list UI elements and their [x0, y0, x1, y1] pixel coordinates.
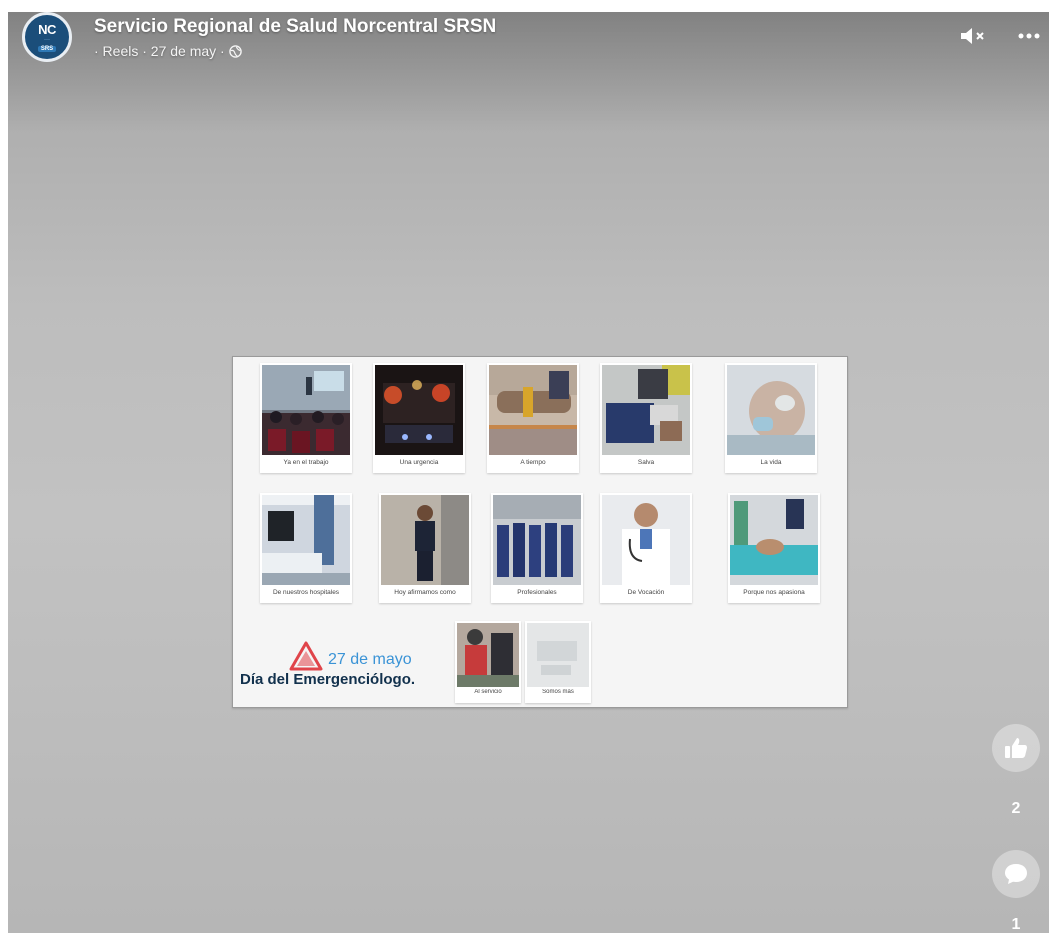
card-caption: De Vocación — [627, 589, 665, 596]
photo-card: Porque nos apasiona — [728, 493, 820, 603]
avatar-logo-sub: ··· — [44, 36, 50, 43]
card-caption: Hoy afirmamos como — [394, 589, 456, 596]
photo-card: De nuestros hospitales — [260, 493, 352, 603]
photo-patient-stretcher — [489, 365, 577, 455]
card-caption: Porque nos apasiona — [743, 589, 805, 596]
card-caption: A tiempo — [520, 459, 546, 466]
page-name-link[interactable]: Servicio Regional de Salud Norcentral SR… — [94, 16, 496, 38]
photo-card: A tiempo — [487, 363, 579, 473]
photo-card: Una urgencia — [373, 363, 465, 473]
brand-date: 27 de mayo — [328, 651, 412, 668]
brand-title: Día del Emergenciólogo. — [240, 671, 416, 688]
photo-card: De Vocación — [600, 493, 692, 603]
card-caption: Salva — [637, 459, 655, 466]
card-caption: Somos más — [542, 689, 574, 695]
card-caption: De nuestros hospitales — [272, 589, 340, 596]
post-meta: · Reels · 27 de may · — [94, 43, 242, 59]
photo-ambulance-night — [375, 365, 463, 455]
photo-patient-bed — [730, 495, 818, 585]
reel-player[interactable]: NC ··· SRS Servicio Regional de Salud No… — [8, 12, 1049, 933]
photo-oxygen-patient — [727, 365, 815, 455]
photo-card: Somos más — [525, 621, 591, 703]
photo-card: Salva — [600, 363, 692, 473]
card-caption: La vida — [760, 459, 782, 466]
avatar-logo-badge: SRS — [37, 45, 57, 52]
card-caption: Al servicio — [474, 689, 502, 695]
photo-card: Hoy afirmamos como — [379, 493, 471, 603]
avatar-logo-text: NC — [38, 21, 56, 37]
more-options-button[interactable] — [1014, 24, 1044, 48]
card-caption: Una urgencia — [399, 459, 439, 466]
photo-paramedic — [602, 365, 690, 455]
photo-doctor-smiling — [602, 495, 690, 585]
thumbs-up-icon — [1005, 738, 1027, 758]
like-button[interactable] — [992, 724, 1040, 772]
photo-card: La vida — [725, 363, 817, 473]
photo-card: Ya en el trabajo — [260, 363, 352, 473]
page-avatar[interactable]: NC ··· SRS — [22, 12, 72, 62]
photo-medics-helping — [457, 623, 519, 687]
photo-nurse-standing — [381, 495, 469, 585]
photo-team-group — [493, 495, 581, 585]
emergency-triangle-logo — [289, 641, 323, 671]
comment-count: 1 — [1011, 916, 1021, 933]
video-content[interactable]: Ya en el trabajo Una urgencia A tiempo S… — [232, 356, 848, 708]
speaker-muted-icon — [961, 28, 984, 44]
mute-button[interactable] — [958, 24, 988, 48]
card-caption: Ya en el trabajo — [283, 459, 329, 466]
photo-faded-sign — [527, 623, 589, 687]
photo-card: Al servicio — [455, 621, 521, 703]
post-meta-text[interactable]: · Reels · 27 de may · — [94, 43, 225, 59]
comment-button[interactable] — [992, 850, 1040, 898]
globe-icon — [228, 44, 242, 58]
photo-classroom — [262, 365, 350, 455]
card-caption: Profesionales — [517, 589, 557, 596]
photo-hospital-room — [262, 495, 350, 585]
like-count: 2 — [1011, 800, 1021, 817]
comment-bubble-icon — [1005, 864, 1027, 884]
more-dots-icon — [1018, 33, 1040, 39]
photo-card: Profesionales — [491, 493, 583, 603]
